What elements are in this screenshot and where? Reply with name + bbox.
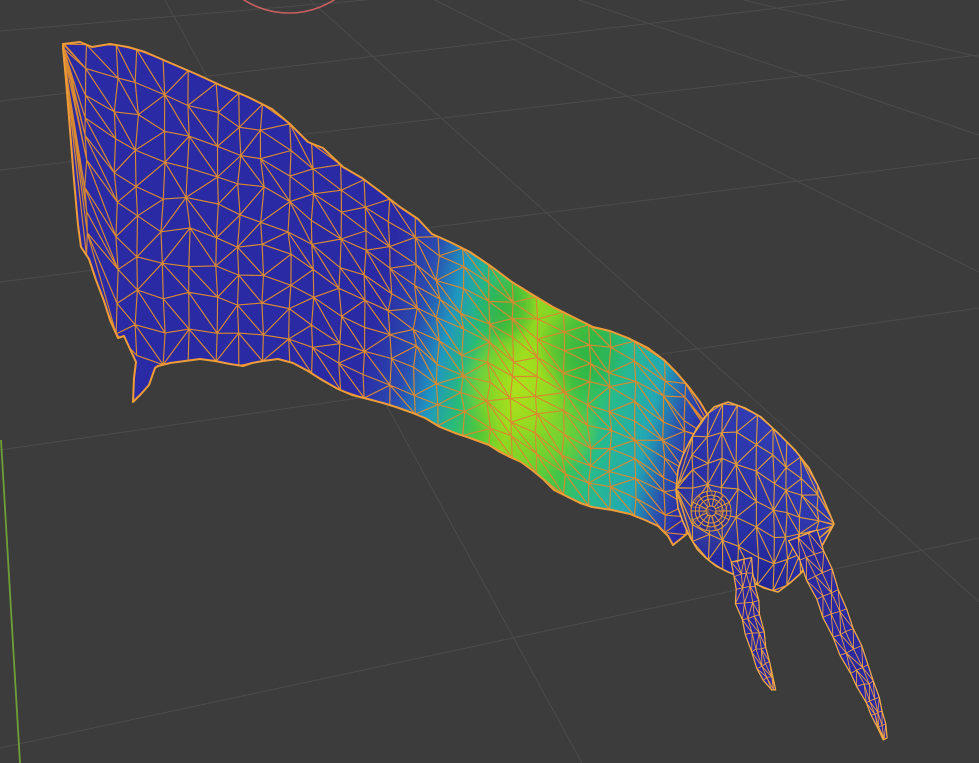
viewport-3d[interactable] [0,0,979,763]
bolt-circle-detail [691,491,731,531]
viewport-3d-container [0,0,979,763]
